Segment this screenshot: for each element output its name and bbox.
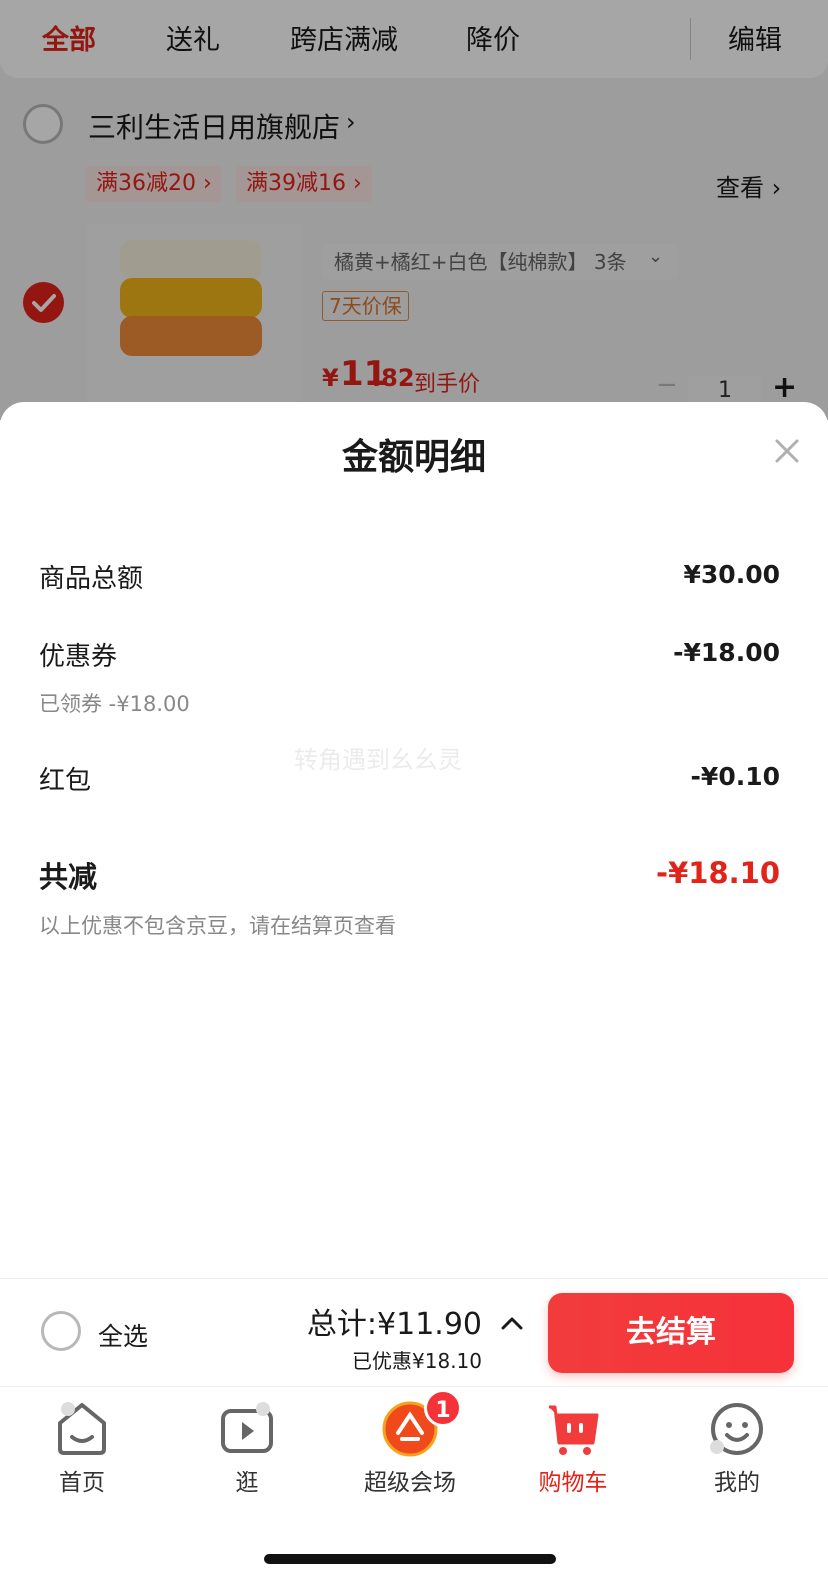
total-saved[interactable]: 已优惠¥18.10 bbox=[352, 1345, 482, 1374]
nav-home[interactable]: 首页 bbox=[12, 1395, 152, 1497]
video-play-icon bbox=[221, 1402, 273, 1453]
coupon-value: -¥18.00 bbox=[673, 638, 780, 667]
total-discount-value: -¥18.10 bbox=[656, 856, 780, 890]
nav-super-venue[interactable]: 1 超级会场 bbox=[340, 1389, 480, 1497]
goods-total-label: 商品总额 bbox=[39, 564, 144, 594]
total-discount-label: 共减 bbox=[39, 860, 98, 894]
coupon-note: 已领券 -¥18.00 bbox=[39, 692, 190, 716]
close-icon[interactable] bbox=[770, 434, 804, 468]
nav-label: 我的 bbox=[714, 1470, 760, 1496]
cart-background: 全部 送礼 跨店满减 降价 编辑 三利生活日用旗舰店 › 满36减20 › 满3… bbox=[0, 0, 828, 420]
price-detail-sheet: 金额明细 转角遇到幺幺灵 商品总额 ¥30.00 优惠券 -¥18.00 已领券… bbox=[0, 402, 828, 1278]
nav-cart[interactable]: 购物车 bbox=[503, 1395, 643, 1497]
home-icon bbox=[58, 1402, 106, 1455]
select-all-label[interactable]: 全选 bbox=[98, 1317, 148, 1353]
nav-label: 首页 bbox=[59, 1470, 105, 1496]
discount-note: 以上优惠不包含京豆，请在结算页查看 bbox=[39, 914, 396, 938]
cart-icon bbox=[549, 1405, 599, 1455]
nav-mine[interactable]: 我的 bbox=[667, 1395, 807, 1497]
notification-badge: 1 bbox=[424, 1389, 462, 1427]
red-packet-value: -¥0.10 bbox=[690, 762, 780, 791]
coupon-label: 优惠券 bbox=[39, 642, 118, 672]
nav-label: 逛 bbox=[235, 1470, 259, 1496]
modal-overlay[interactable] bbox=[0, 0, 828, 420]
chevron-up-icon[interactable] bbox=[500, 1315, 524, 1331]
nav-label: 超级会场 bbox=[364, 1470, 456, 1496]
red-packet-label: 红包 bbox=[39, 766, 92, 796]
sheet-title: 金额明细 bbox=[341, 437, 486, 478]
smiley-icon bbox=[710, 1403, 763, 1455]
checkout-bar: 全选 总计:¥11.90 已优惠¥18.10 去结算 bbox=[0, 1278, 828, 1386]
watermark: 转角遇到幺幺灵 bbox=[294, 746, 462, 774]
nav-label: 购物车 bbox=[538, 1470, 608, 1496]
home-indicator bbox=[264, 1554, 556, 1564]
nav-stroll[interactable]: 逛 bbox=[177, 1395, 317, 1497]
checkout-button[interactable]: 去结算 bbox=[548, 1293, 794, 1373]
total-price[interactable]: 总计:¥11.90 bbox=[307, 1299, 482, 1343]
select-all-radio[interactable] bbox=[41, 1311, 81, 1351]
goods-total-value: ¥30.00 bbox=[683, 560, 780, 589]
